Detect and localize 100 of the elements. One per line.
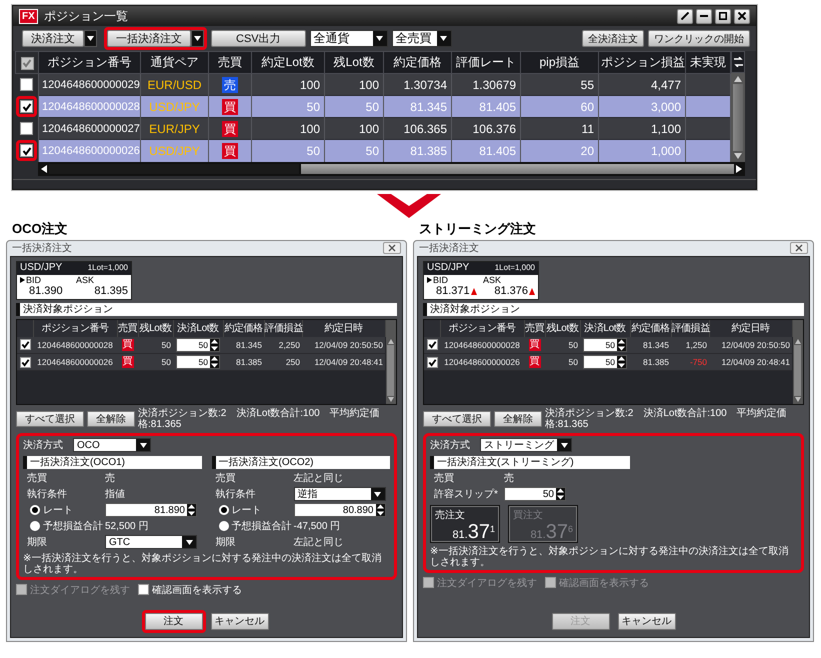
- caret-icon: [140, 442, 146, 448]
- close-button[interactable]: [734, 8, 750, 24]
- number-field[interactable]: 81.890: [105, 503, 197, 517]
- column-header[interactable]: 約定価格: [630, 320, 671, 336]
- column-header[interactable]: 残Lot数: [545, 320, 580, 336]
- close-icon: [388, 244, 396, 252]
- clear-all-button[interactable]: 全解除: [87, 410, 135, 426]
- method-dropdown[interactable]: OCO: [73, 438, 151, 452]
- table-cell: 12/04/09 20:50:50: [302, 336, 385, 354]
- currency-pair: USD/JPY: [20, 262, 62, 272]
- column-header[interactable]: 未実現: [686, 52, 730, 74]
- column-header[interactable]: ポジション番号: [33, 320, 117, 336]
- table-row[interactable]: 1204648600000029 EUR/USD 売 100 100 1.30734 1.30679 55 4,477: [16, 74, 730, 96]
- toolbar-button[interactable]: 一括決済注文: [107, 30, 191, 47]
- column-header[interactable]: ポジション番号: [38, 52, 140, 74]
- radio-label[interactable]: 予想損益合計: [43, 519, 103, 533]
- caret-icon: [87, 36, 94, 41]
- maximize-icon: [719, 12, 727, 20]
- column-header[interactable]: 残Lot数: [138, 320, 173, 336]
- scrollbar[interactable]: [386, 320, 396, 404]
- number-field[interactable]: 50: [583, 338, 627, 352]
- scrollbar[interactable]: [731, 73, 745, 162]
- clear-all-button[interactable]: 全解除: [494, 410, 542, 426]
- number-field[interactable]: 50: [176, 355, 220, 369]
- number-field[interactable]: 50: [583, 355, 627, 369]
- radio-label[interactable]: 予想損益合計: [232, 519, 292, 533]
- radio-button[interactable]: [218, 521, 228, 531]
- checkbox-label[interactable]: 確認画面を表示する: [152, 582, 242, 596]
- column-header[interactable]: 評価損益: [264, 320, 302, 336]
- column-header[interactable]: 売買: [524, 320, 545, 336]
- field-label: 許容スリップ*: [434, 488, 499, 502]
- checkbox[interactable]: [426, 339, 438, 350]
- column-header[interactable]: 売買: [117, 320, 138, 336]
- ask-price: 81.376: [494, 284, 528, 298]
- maximize-button[interactable]: [715, 8, 731, 24]
- column-header[interactable]: 決済Lot数: [580, 320, 630, 336]
- dropdown-toggle[interactable]: [191, 30, 204, 47]
- toolbar-button[interactable]: 決済注文: [22, 30, 84, 47]
- column-header[interactable]: 売買: [208, 52, 252, 74]
- table-row[interactable]: 1204648600000026 USD/JPY 買 50 50 81.385 81.405 20 1,000: [16, 140, 730, 162]
- column-header[interactable]: 約定Lot数: [252, 52, 324, 74]
- checkbox[interactable]: [20, 339, 30, 350]
- checkbox[interactable]: [20, 356, 30, 368]
- stepper-icon: [376, 504, 384, 516]
- radio-button[interactable]: [218, 505, 228, 515]
- column-header[interactable]: 評価レート: [452, 52, 520, 74]
- column-header[interactable]: 評価損益: [671, 320, 709, 336]
- column-header[interactable]: 通貨ペア: [140, 52, 208, 74]
- select-all-button[interactable]: すべて選択: [423, 410, 491, 426]
- toolbar-button[interactable]: ワンクリックの開始: [648, 30, 750, 47]
- radio-button[interactable]: [30, 505, 40, 515]
- pin-button[interactable]: [677, 8, 693, 24]
- dialog-button[interactable]: キャンセル: [210, 612, 268, 630]
- dropdown-toggle[interactable]: [84, 30, 97, 47]
- notice-text: ※一括決済注文を行うと、対象ポジションに対する発注中の決済注文は全て取消しされます。: [430, 546, 790, 568]
- column-header[interactable]: pip損益: [520, 52, 598, 74]
- dialog-button[interactable]: 注文: [144, 612, 202, 630]
- table-row[interactable]: 1204648600000028 USD/JPY 買 50 50 81.345 81.405 60 3,000: [16, 96, 730, 118]
- toolbar-button[interactable]: 全決済注文: [582, 30, 644, 47]
- column-header[interactable]: ポジション損益: [598, 52, 686, 74]
- radio-label[interactable]: レート: [232, 503, 262, 517]
- checkbox[interactable]: [20, 144, 34, 158]
- dropdown[interactable]: GTC: [105, 535, 197, 549]
- number-field[interactable]: 50: [176, 338, 220, 352]
- checkbox[interactable]: [138, 584, 149, 595]
- caret-icon: [560, 442, 568, 448]
- dialog-button[interactable]: キャンセル: [618, 612, 676, 630]
- close-button[interactable]: [383, 242, 401, 254]
- scrollbar[interactable]: [792, 320, 803, 404]
- checkbox[interactable]: [20, 100, 34, 113]
- column-header[interactable]: 残Lot数: [324, 52, 384, 74]
- column-header[interactable]: 約定価格: [384, 52, 452, 74]
- dropdown[interactable]: 逆指: [294, 487, 386, 501]
- scrollbar[interactable]: [38, 162, 745, 176]
- tile-label: 売注文: [435, 508, 466, 522]
- stepper-icon: [210, 356, 219, 368]
- pointer-icon: [427, 276, 432, 282]
- column-header[interactable]: 約定日時: [709, 320, 792, 336]
- select-all-button[interactable]: すべて選択: [16, 410, 84, 426]
- method-dropdown[interactable]: ストリーミング: [480, 438, 572, 452]
- checkbox[interactable]: [20, 122, 34, 135]
- dropdown[interactable]: 全売買: [392, 30, 452, 47]
- column-header[interactable]: 約定価格: [223, 320, 264, 336]
- minimize-button[interactable]: [696, 8, 712, 24]
- toolbar-button[interactable]: CSV出力: [211, 30, 306, 47]
- checkbox[interactable]: [426, 356, 438, 368]
- dialog-title: 一括決済注文: [12, 242, 72, 255]
- checkbox[interactable]: [20, 78, 34, 91]
- bid-price: 81.371: [436, 284, 470, 298]
- dropdown[interactable]: 全通貨: [310, 30, 388, 47]
- column-header[interactable]: ポジション番号: [440, 320, 524, 336]
- field-label: 執行条件: [27, 488, 68, 502]
- close-button[interactable]: [790, 242, 808, 254]
- column-header[interactable]: 約定日時: [302, 320, 385, 336]
- caret-icon: [186, 540, 192, 544]
- column-header[interactable]: 決済Lot数: [173, 320, 223, 336]
- number-field[interactable]: 80.890: [294, 503, 386, 517]
- radio-button[interactable]: [30, 521, 40, 531]
- number-field[interactable]: 50: [504, 487, 566, 501]
- radio-label[interactable]: レート: [43, 503, 73, 517]
